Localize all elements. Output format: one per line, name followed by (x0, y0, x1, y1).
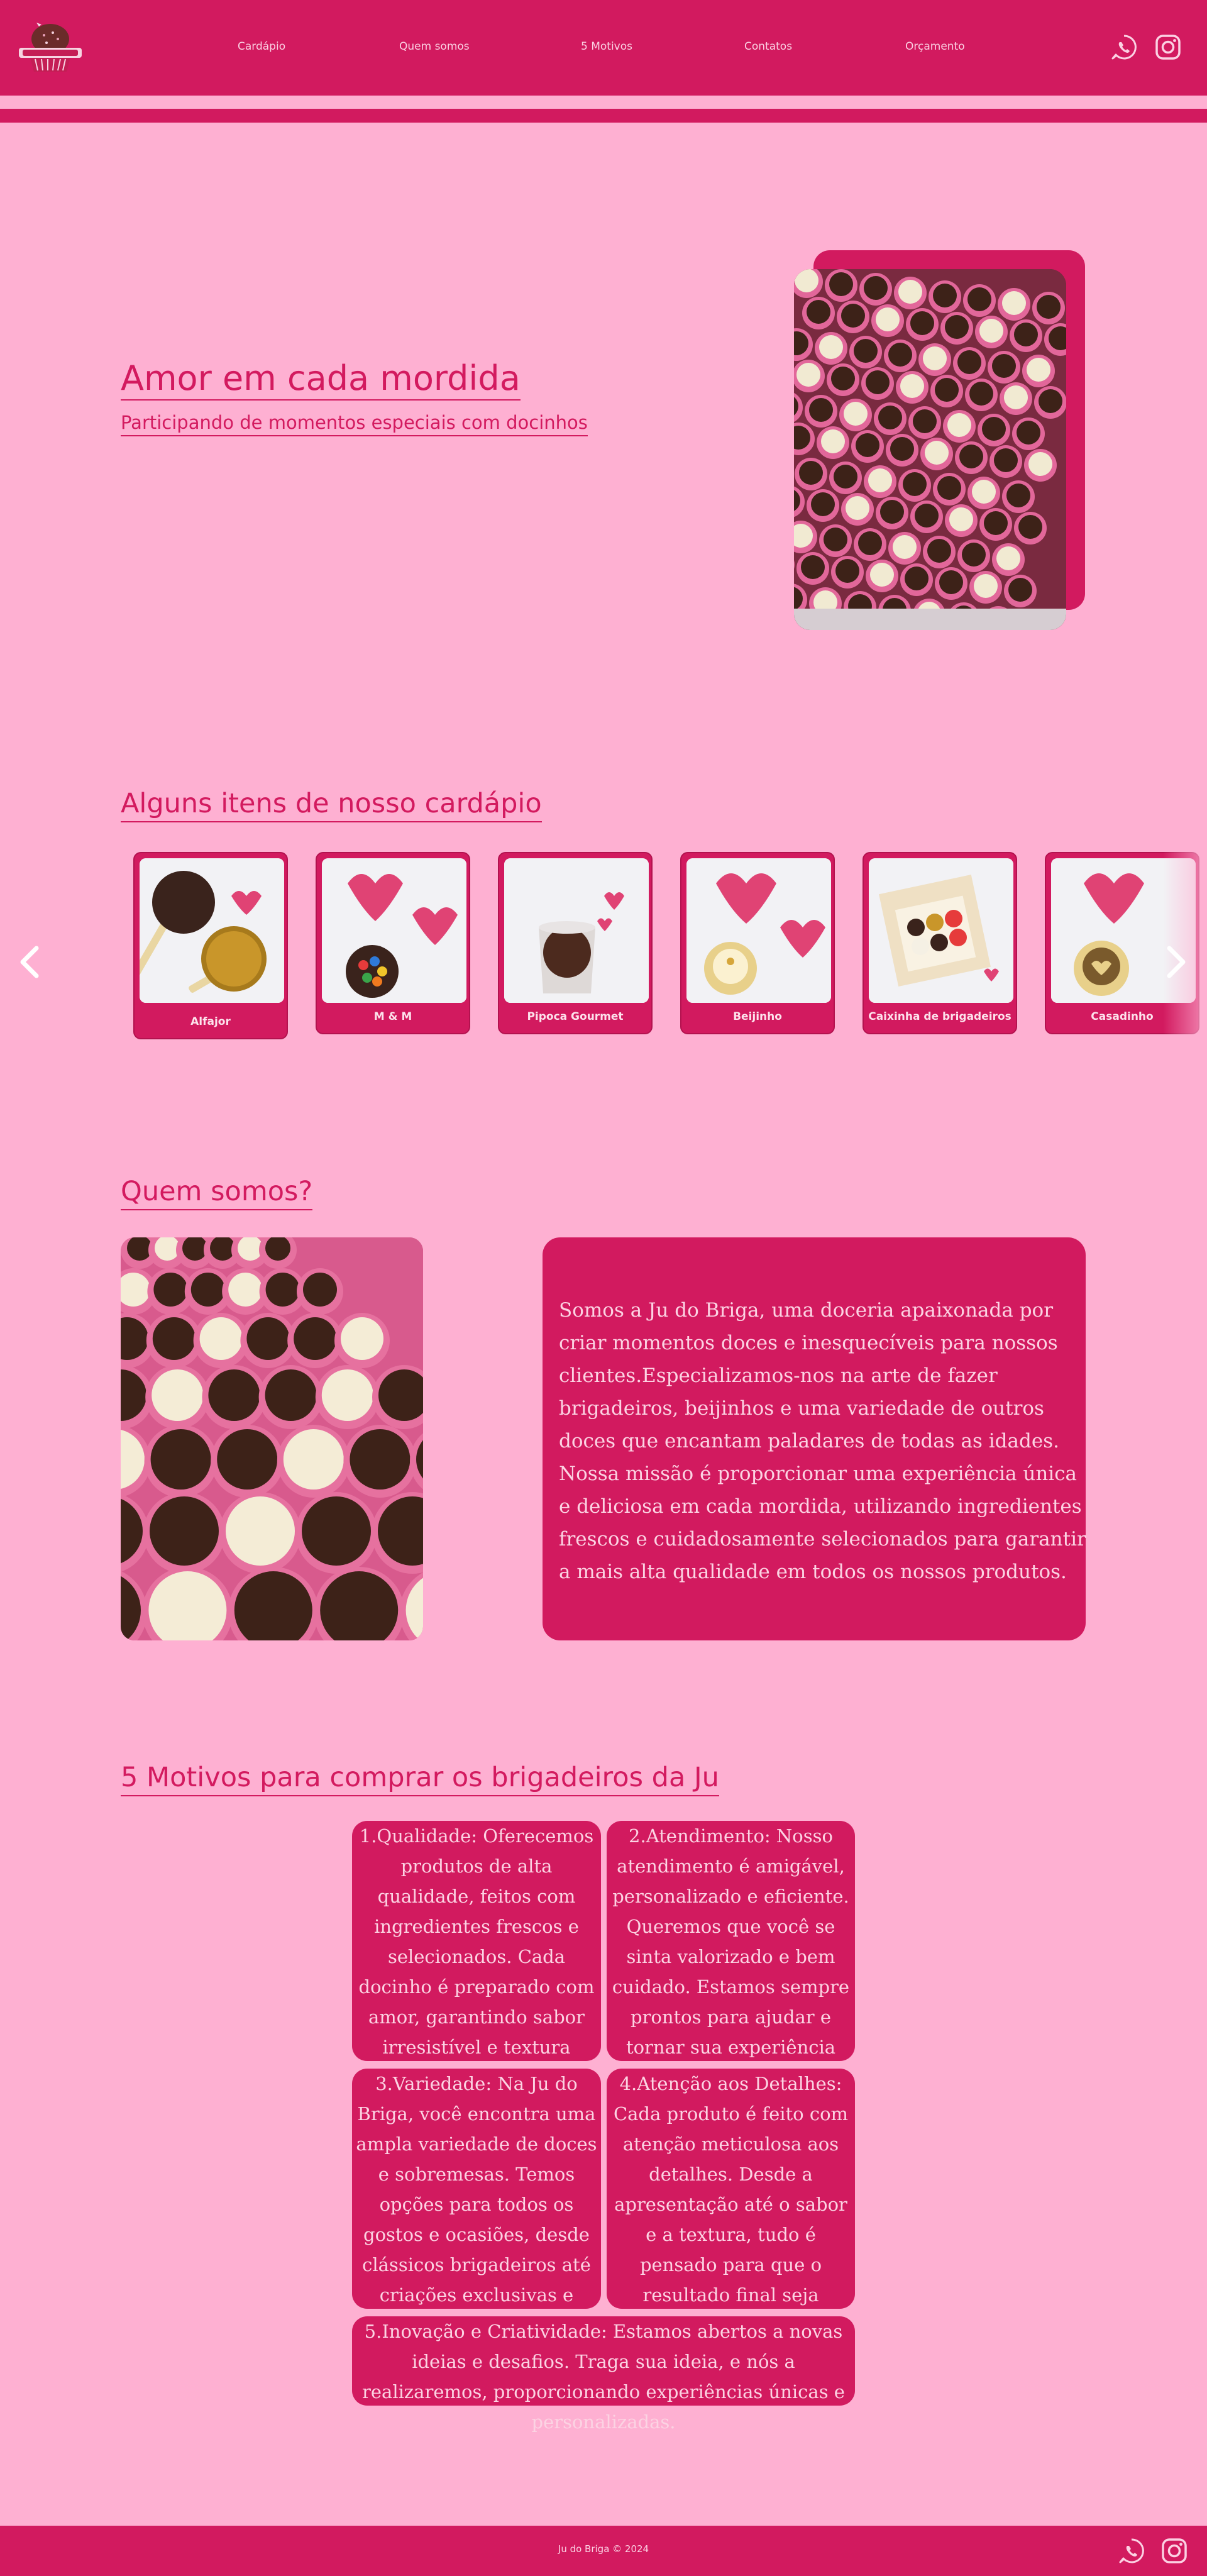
beijinho-photo (686, 858, 831, 1003)
pipoca-photo (504, 858, 649, 1003)
brigadeiros-tray-image (794, 269, 1066, 630)
about-text-box: Somos a Ju do Briga, uma doceria apaixon… (543, 1237, 1086, 1640)
menu-card-mm[interactable]: M & M (316, 852, 470, 1034)
whatsapp-icon[interactable] (1118, 2537, 1145, 2565)
caixinha-photo (869, 858, 1013, 1003)
about-photo-brigadeiros (121, 1237, 423, 1640)
header-divider-stripe (0, 109, 1207, 123)
reason-text: 1.Qualidade: Oferecemos produtos de alta… (358, 1825, 595, 2088)
nav-contatos[interactable]: Contatos (744, 40, 792, 53)
alfajor-photo (140, 858, 284, 1003)
reason-text: 2.Atendimento: Nosso atendimento é amigá… (612, 1825, 850, 2088)
site-header: Cardápio Quem somos 5 Motivos Contatos O… (0, 0, 1207, 96)
reason-text: 3.Variedade: Na Ju do Briga, você encont… (356, 2073, 597, 2336)
menu-card-alfajor[interactable]: Alfajor (133, 852, 288, 1039)
nav-orcamento[interactable]: Orçamento (905, 40, 965, 53)
carousel-prev-arrow-icon[interactable] (15, 943, 45, 981)
instagram-icon[interactable] (1160, 2537, 1188, 2565)
menu-section-title: Alguns itens de nosso cardápio (121, 788, 542, 823)
hero-photo-brigadeiros (794, 269, 1066, 630)
hero-subtitle: Participando de momentos especiais com d… (121, 412, 588, 436)
hero-title: Amor em cada mordida (121, 360, 521, 401)
mm-photo (322, 858, 466, 1003)
menu-card-label: Beijinho (733, 1010, 782, 1023)
menu-card-label: Caixinha de brigadeiros (868, 1010, 1011, 1023)
about-text: Somos a Ju do Briga, uma doceria apaixon… (559, 1299, 1086, 1583)
reason-card-5: 5.Inovação e Criatividade: Estamos abert… (352, 2316, 855, 2433)
reasons-section-title: 5 Motivos para comprar os brigadeiros da… (121, 1762, 719, 1797)
menu-card-label: Alfajor (190, 1015, 231, 1028)
carousel-next-arrow-icon[interactable] (1160, 943, 1191, 981)
menu-card-label: Pipoca Gourmet (527, 1010, 624, 1023)
about-section-title: Quem somos? (121, 1176, 313, 1211)
menu-card-beijinho[interactable]: Beijinho (680, 852, 835, 1034)
menu-card-pipoca[interactable]: Pipoca Gourmet (498, 852, 653, 1034)
menu-card-caixinha[interactable]: Caixinha de brigadeiros (863, 852, 1017, 1034)
nav-quem-somos[interactable]: Quem somos (399, 40, 470, 53)
site-footer: Ju do Briga © 2024 (0, 2526, 1207, 2576)
reason-card-1: 1.Qualidade: Oferecemos produtos de alta… (352, 1821, 601, 2088)
footer-copyright: Ju do Briga © 2024 (558, 2543, 649, 2555)
reason-text: 5.Inovação e Criatividade: Estamos abert… (362, 2321, 845, 2433)
whatsapp-icon[interactable] (1110, 33, 1138, 61)
instagram-icon[interactable] (1154, 33, 1182, 61)
nav-cardapio[interactable]: Cardápio (238, 40, 285, 53)
reason-card-2: 2.Atendimento: Nosso atendimento é amigá… (607, 1821, 855, 2088)
reason-card-4: 4.Atenção aos Detalhes: Cada produto é f… (607, 2069, 855, 2336)
brigadeiro-logo-icon[interactable] (16, 20, 84, 73)
nav-5-motivos[interactable]: 5 Motivos (581, 40, 632, 53)
brigadeiros-closeup-image (121, 1237, 423, 1640)
menu-card-label: M & M (373, 1010, 412, 1023)
reason-card-3: 3.Variedade: Na Ju do Briga, você encont… (352, 2069, 601, 2336)
reason-text: 4.Atenção aos Detalhes: Cada produto é f… (613, 2073, 849, 2336)
